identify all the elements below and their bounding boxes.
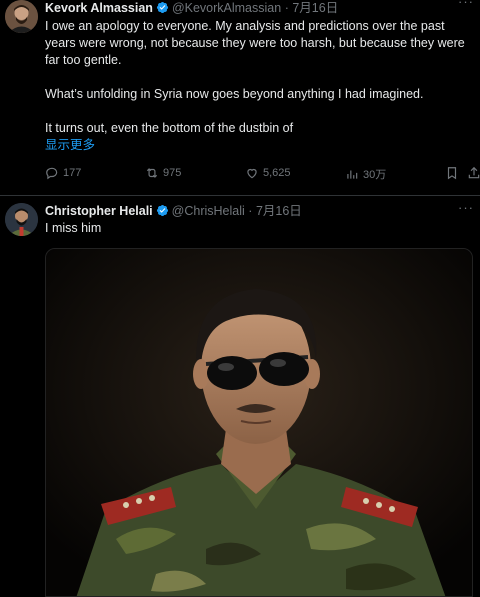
author-name[interactable]: Christopher Helali <box>45 204 153 218</box>
tweet-line: It turns out, even the bottom of the dus… <box>45 121 294 135</box>
separator: · <box>284 1 289 15</box>
tweet-line: What’s unfolding in Syria now goes beyon… <box>45 87 424 101</box>
reply-button[interactable]: 177 <box>45 166 81 180</box>
tweet-kevork[interactable]: Kevork Almassian @KevorkAlmassian · 7月16日… <box>0 0 480 196</box>
bookmark-button[interactable] <box>445 166 459 180</box>
avatar[interactable] <box>5 203 38 236</box>
tweet-text: I miss him <box>45 220 480 237</box>
views-icon <box>347 170 358 179</box>
author-handle[interactable]: @ChrisHelali <box>172 204 245 218</box>
separator: · <box>248 204 253 218</box>
share-button[interactable] <box>467 166 480 180</box>
more-icon[interactable]: ··· <box>458 200 474 215</box>
verified-badge-icon <box>156 204 168 217</box>
like-button[interactable]: 5,625 <box>245 166 291 180</box>
tweet-media-image[interactable] <box>45 248 473 597</box>
tweet-text: I owe an apology to everyone. My analysi… <box>45 18 480 154</box>
more-icon[interactable]: ··· <box>458 0 474 9</box>
show-more-link[interactable]: 显示更多 <box>45 137 480 154</box>
views-button[interactable]: 30万 <box>345 166 386 182</box>
tweet-line: far too gentle. <box>45 53 122 67</box>
retweet-button[interactable]: 975 <box>145 166 181 180</box>
views-count: 30万 <box>363 169 387 181</box>
tweet-actions: 177 975 5,625 30万 <box>45 166 480 182</box>
verified-badge-icon <box>156 1 168 14</box>
portrait-photo <box>46 249 472 596</box>
tweet-header: Christopher Helali @ChrisHelali · 7月16日 <box>45 202 480 220</box>
tweet-date[interactable]: 7月16日 <box>256 204 302 218</box>
tweet-line-blank <box>45 103 480 120</box>
bookmark-icon <box>447 167 457 180</box>
tweet-line: I miss him <box>45 221 102 235</box>
like-count: 5,625 <box>263 167 291 179</box>
author-handle[interactable]: @KevorkAlmassian <box>172 1 281 15</box>
tweet-christopher[interactable]: Christopher Helali @ChrisHelali · 7月16日 ·… <box>0 196 480 597</box>
retweet-icon <box>146 168 158 178</box>
author-name[interactable]: Kevork Almassian <box>45 1 153 15</box>
tweet-line: I owe an apology to everyone. My analysi… <box>45 19 445 33</box>
tweet-line: years were wrong, not because they were … <box>45 36 465 50</box>
tweet-header: Kevork Almassian @KevorkAlmassian · 7月16日 <box>45 0 480 17</box>
like-icon <box>247 168 257 179</box>
avatar-photo <box>5 0 38 33</box>
tweet-date[interactable]: 7月16日 <box>292 1 338 15</box>
avatar-photo <box>5 203 38 236</box>
retweet-count: 975 <box>163 167 182 179</box>
reply-icon <box>46 167 58 180</box>
reply-count: 177 <box>63 167 82 179</box>
tweet-line-blank <box>45 69 480 86</box>
share-icon <box>468 166 480 179</box>
avatar[interactable] <box>5 0 38 33</box>
